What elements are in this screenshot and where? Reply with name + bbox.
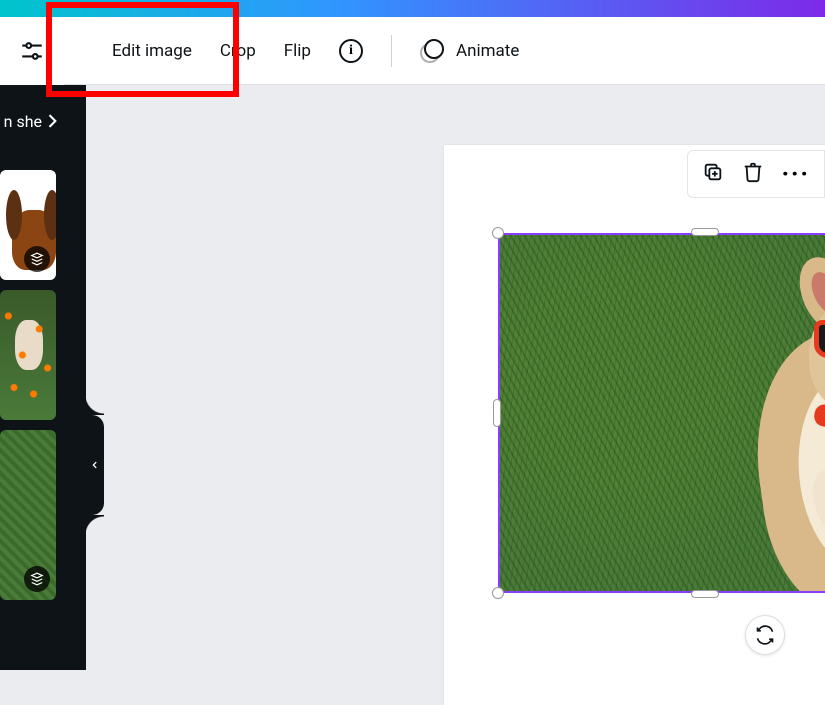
duplicate-icon [702, 161, 724, 183]
more-page-options-button[interactable]: ··· [782, 171, 810, 177]
animate-icon [420, 39, 444, 63]
sync-button[interactable] [745, 615, 785, 655]
panel-collapse-handle[interactable] [86, 415, 104, 515]
context-toolbar: Edit image Crop Flip i Animate [0, 17, 825, 85]
search-fragment-text: n she [4, 112, 42, 131]
duplicate-page-button[interactable] [702, 161, 724, 187]
animate-label: Animate [456, 41, 519, 61]
sliders-icon [19, 38, 45, 64]
canvas-area[interactable]: ··· [86, 85, 825, 670]
page-actions-bar: ··· [687, 150, 825, 198]
edit-image-button[interactable]: Edit image [112, 41, 192, 61]
brand-gradient-bar [0, 0, 825, 17]
pro-badge-icon [24, 246, 50, 272]
photo-results [0, 170, 66, 610]
selected-image[interactable] [498, 233, 825, 593]
chevron-right-icon [42, 111, 62, 131]
photo-thumb[interactable] [0, 430, 56, 600]
adjustments-button[interactable] [0, 17, 64, 85]
photo-thumb[interactable] [0, 170, 56, 280]
info-icon[interactable]: i [339, 39, 363, 63]
photo-thumb[interactable] [0, 290, 56, 420]
toolbar-divider [391, 35, 392, 67]
search-text-fragment[interactable]: n she [0, 85, 66, 157]
crop-button[interactable]: Crop [220, 41, 256, 61]
flip-button[interactable]: Flip [284, 41, 311, 61]
pro-badge-icon [24, 566, 50, 592]
animate-button[interactable]: Animate [420, 39, 519, 63]
sync-icon [755, 625, 775, 645]
delete-page-button[interactable] [742, 161, 764, 187]
chevron-left-icon [90, 458, 100, 472]
trash-icon [742, 161, 764, 183]
